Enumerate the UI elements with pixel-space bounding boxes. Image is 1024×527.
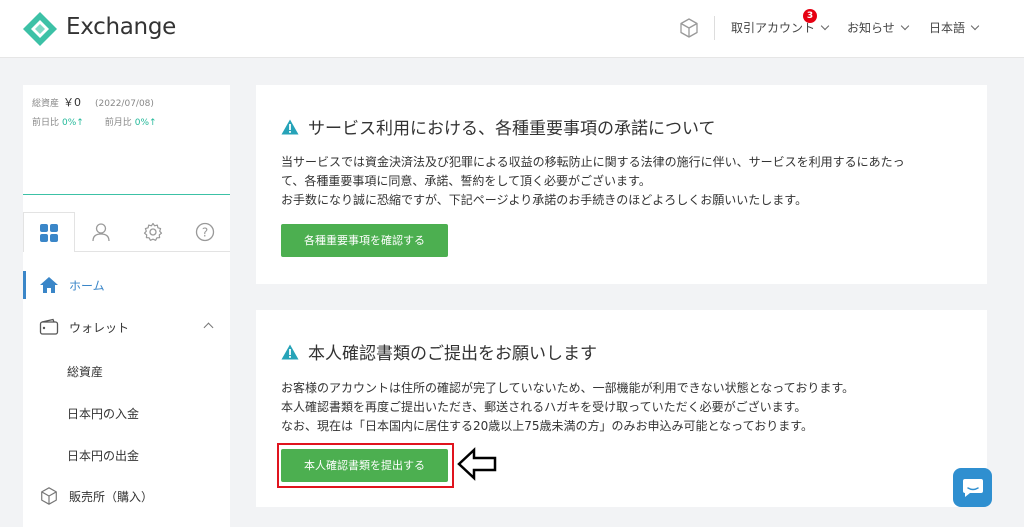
user-icon [92, 223, 110, 242]
arrow-left-icon [457, 447, 497, 481]
terms-line: て、各種重要事項に同意、承諾、誓約をして頂く必要がございます。 [281, 174, 651, 188]
terms-line: お手数になり誠に恐縮ですが、下記ページより承諾のお手続きのほどよろしくお願いいた… [281, 193, 808, 207]
terms-card-title: サービス利用における、各種重要事項の承諾について [281, 114, 716, 139]
identity-card-title: 本人確認書類のご提出をお願いします [281, 339, 597, 364]
help-icon: ? [195, 222, 215, 242]
gear-icon [143, 222, 163, 241]
highlight-box [277, 443, 454, 488]
confirm-terms-button[interactable]: 各種重要事項を確認する [281, 224, 448, 257]
tab-settings[interactable] [127, 212, 179, 252]
identity-card-body: お客様のアカウントは住所の確認が完了していないため、一部機能が利用できない状態と… [281, 379, 854, 436]
sidebar-item-label: 販売所（購入） [69, 489, 154, 504]
warning-icon [281, 119, 299, 134]
header-divider [714, 16, 715, 40]
exchange-logo-icon[interactable] [22, 11, 58, 47]
sidebar-subitem-total-assets[interactable]: 総資産 [67, 363, 103, 380]
sidebar-item-label: ウォレット [69, 320, 130, 335]
sidebar-item-wallet[interactable]: ウォレット [23, 307, 230, 347]
tab-user[interactable] [75, 212, 127, 252]
chevron-down-icon [970, 21, 980, 31]
brand-name[interactable]: Exchange [66, 14, 176, 40]
terms-notice-card: サービス利用における、各種重要事項の承諾について 当サービスでは資金決済法及び犯… [256, 85, 987, 284]
news-menu[interactable]: お知らせ [847, 19, 910, 36]
asset-summary: 総資産 ￥0 (2022/07/08) 前日比 0%↑ 前月比 0%↑ [23, 85, 230, 195]
tab-home[interactable] [23, 212, 75, 252]
tab-help[interactable]: ? [179, 212, 231, 252]
chevron-down-icon [820, 21, 830, 31]
prev-month-label: 前月比 [104, 118, 132, 128]
sidebar-subitem-jpy-withdrawal[interactable]: 日本円の出金 [67, 447, 139, 464]
prev-day-value: 0%↑ [62, 118, 84, 128]
identity-title-text: 本人確認書類のご提出をお願いします [308, 344, 597, 364]
warning-icon [281, 344, 299, 359]
identity-line: なお、現在は「日本国内に居住する20歳以上75歳未満の方」のみお申込み可能となっ… [281, 419, 814, 433]
cube-icon[interactable] [678, 17, 700, 39]
sidebar-tabs: ? [23, 212, 230, 252]
home-icon [38, 274, 60, 296]
asset-change-row: 前日比 0%↑ 前月比 0%↑ [32, 115, 157, 128]
home-grid-icon [40, 223, 58, 242]
news-menu-label: お知らせ [847, 21, 895, 35]
chevron-down-icon [900, 21, 910, 31]
identity-line: 本人確認書類を再度ご提出いただき、郵送されるハガキを受け取っていただく必要がござ… [281, 400, 807, 414]
asset-date: (2022/07/08) [95, 99, 154, 109]
sidebar: 総資産 ￥0 (2022/07/08) 前日比 0%↑ 前月比 0%↑ ? ホー… [23, 85, 230, 527]
language-menu[interactable]: 日本語 [929, 19, 980, 36]
chat-bubble-icon [962, 478, 983, 497]
sidebar-item-label: ホーム [69, 278, 105, 293]
identity-line: お客様のアカウントは住所の確認が完了していないため、一部機能が利用できない状態と… [281, 381, 855, 395]
total-assets-label: 総資産 [32, 99, 60, 109]
notification-badge: 3 [803, 9, 817, 23]
sidebar-subitem-jpy-deposit[interactable]: 日本円の入金 [67, 405, 139, 422]
sidebar-item-shop-buy[interactable]: 販売所（購入） [23, 476, 230, 516]
sidebar-item-home[interactable]: ホーム [23, 265, 230, 305]
prev-day-label: 前日比 [32, 118, 60, 128]
chat-button[interactable] [953, 468, 992, 507]
account-menu-label: 取引アカウント [731, 21, 816, 35]
wallet-icon [38, 316, 60, 338]
terms-card-body: 当サービスでは資金決済法及び犯罪による収益の移転防止に関する法律の施行に伴い、サ… [281, 153, 905, 210]
chevron-up-icon [203, 322, 214, 333]
total-assets-row: 総資産 ￥0 (2022/07/08) [32, 94, 154, 110]
prev-month-value: 0%↑ [134, 118, 157, 128]
terms-title-text: サービス利用における、各種重要事項の承諾について [308, 119, 716, 139]
cube-icon [38, 485, 60, 507]
terms-line: 当サービスでは資金決済法及び犯罪による収益の移転防止に関する法律の施行に伴い、サ… [281, 155, 905, 169]
language-label: 日本語 [929, 21, 966, 35]
total-assets-value: ￥0 [63, 96, 82, 109]
tabs-divider [75, 251, 230, 252]
top-header: Exchange 取引アカウント 3 お知らせ 日本語 [0, 0, 1024, 58]
svg-text:?: ? [202, 226, 208, 240]
